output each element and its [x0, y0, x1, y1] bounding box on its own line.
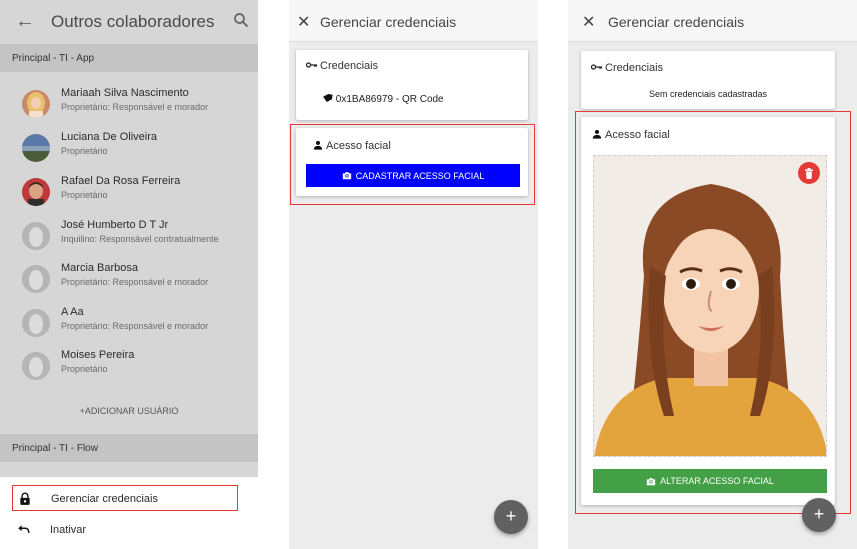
modal-title: Gerenciar credenciais — [608, 14, 745, 30]
credential-item[interactable]: 0x1BA86979 - QR Code — [322, 93, 444, 105]
user-role: Inquilino: Responsável contratualmente — [61, 234, 219, 244]
default-avatar-icon — [22, 352, 50, 380]
card-title: Credenciais — [591, 62, 663, 74]
modal-header: ✕ Gerenciar credenciais — [568, 0, 857, 42]
avatar — [22, 134, 50, 162]
card-title: Credenciais — [306, 60, 378, 72]
section-header-app: Principal - TI - App — [0, 44, 258, 72]
undo-icon — [18, 525, 30, 533]
user-item[interactable]: Rafael Da Rosa Ferreira Proprietário — [0, 175, 258, 218]
user-role: Proprietário — [61, 364, 108, 374]
close-icon[interactable]: ✕ — [582, 12, 595, 32]
bottom-sheet-menu: Gerenciar credenciais Inativar — [0, 477, 258, 549]
key-icon — [591, 64, 603, 70]
add-user-button[interactable]: +ADICIONAR USUÁRIO — [0, 406, 258, 416]
user-item[interactable]: Moises Pereira Proprietário — [0, 349, 258, 392]
user-role: Proprietário: Responsável e morador — [61, 277, 209, 287]
user-name: Luciana De Oliveira — [61, 131, 157, 143]
manage-credentials-menu-item[interactable]: Gerenciar credenciais — [12, 485, 238, 511]
user-item[interactable]: A Aa Proprietário: Responsável e morador — [0, 306, 258, 349]
key-icon — [306, 62, 318, 68]
user-role: Proprietário — [61, 190, 108, 200]
menu-item-label: Inativar — [50, 524, 87, 536]
credential-value: 0x1BA86979 - QR Code — [335, 94, 444, 105]
page-title: Outros colaboradores — [51, 12, 215, 31]
default-avatar-icon — [22, 309, 50, 337]
menu-item-label: Gerenciar credenciais — [51, 493, 158, 505]
section-header-flow: Principal - TI - Flow — [0, 434, 258, 462]
user-name: Mariaah Silva Nascimento — [61, 87, 189, 99]
manage-credentials-modal-empty: ✕ Gerenciar credenciais Credenciais 0x1B… — [289, 0, 538, 549]
close-icon[interactable]: ✕ — [297, 12, 310, 32]
user-item[interactable]: Luciana De Oliveira Proprietário — [0, 131, 258, 174]
collaborators-panel: ← Outros colaboradores Principal - TI - … — [0, 0, 258, 549]
user-role: Proprietário: Responsável e morador — [61, 321, 209, 331]
highlight-box — [290, 124, 535, 205]
user-item[interactable]: Marcia Barbosa Proprietário: Responsável… — [0, 262, 258, 305]
credentials-title: Credenciais — [320, 60, 379, 72]
avatar — [22, 178, 50, 206]
add-fab-button[interactable]: + — [802, 498, 836, 532]
avatar — [22, 90, 50, 118]
user-name: Marcia Barbosa — [61, 262, 139, 274]
manage-credentials-modal-filled: ✕ Gerenciar credenciais Credenciais Sem … — [568, 0, 857, 549]
credentials-card: Credenciais 0x1BA86979 - QR Code — [296, 50, 528, 120]
user-name: Moises Pereira — [61, 349, 135, 361]
add-fab-button[interactable]: + — [494, 500, 528, 534]
tag-icon — [323, 93, 333, 103]
user-role: Proprietário — [61, 146, 108, 156]
modal-title: Gerenciar credenciais — [320, 14, 457, 30]
user-role: Proprietário: Responsável e morador — [61, 102, 209, 112]
default-avatar-icon — [22, 222, 50, 250]
credentials-card: Credenciais Sem credenciais cadastradas — [581, 51, 835, 109]
user-name: A Aa — [61, 306, 84, 318]
deactivate-menu-item[interactable]: Inativar — [12, 517, 238, 543]
user-name: José Humberto D T Jr — [61, 219, 169, 231]
user-item[interactable]: Mariaah Silva Nascimento Proprietário: R… — [0, 87, 258, 130]
back-arrow-icon[interactable]: ← — [15, 10, 35, 33]
lock-icon — [20, 492, 30, 505]
app-bar: ← Outros colaboradores — [0, 0, 258, 44]
user-item[interactable]: José Humberto D T Jr Inquilino: Responsá… — [0, 219, 258, 262]
search-icon[interactable] — [232, 11, 250, 29]
modal-header: ✕ Gerenciar credenciais — [289, 0, 538, 42]
credentials-title: Credenciais — [605, 62, 664, 74]
no-credentials-text: Sem credenciais cadastradas — [648, 89, 768, 99]
user-name: Rafael Da Rosa Ferreira — [61, 175, 181, 187]
highlight-box — [575, 111, 851, 514]
default-avatar-icon — [22, 265, 50, 293]
